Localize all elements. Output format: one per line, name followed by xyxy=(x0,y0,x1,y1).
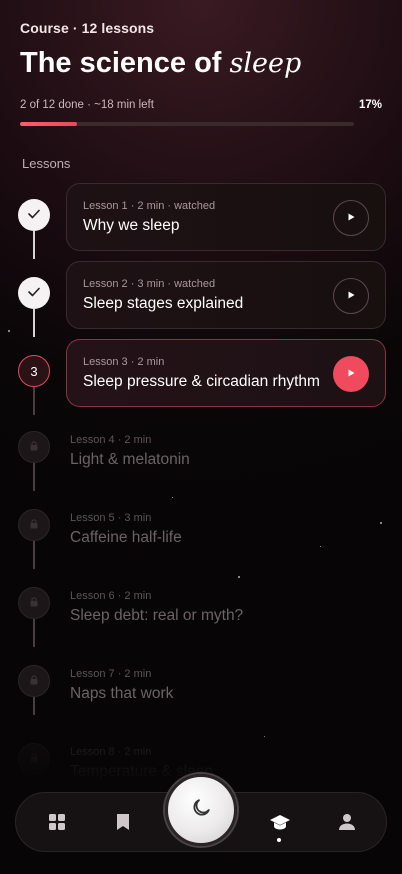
timeline-connector xyxy=(33,231,35,259)
lesson-number: 3 xyxy=(30,363,38,379)
lesson-meta: Lesson 2 · 3 min · watched xyxy=(83,278,216,290)
lesson-title: Light & melatonin xyxy=(70,451,190,468)
timeline-connector xyxy=(33,387,35,415)
grid-icon[interactable] xyxy=(46,811,68,833)
active-tab-indicator xyxy=(277,838,281,842)
sleep-mode-button[interactable] xyxy=(165,774,237,846)
lesson-title: Sleep debt: real or myth? xyxy=(70,607,244,624)
timeline-connector xyxy=(33,309,35,337)
lesson-row-locked: Lesson 6 · 2 min Sleep debt: real or myth… xyxy=(0,582,402,624)
lesson-meta: Lesson 7 · 2 min xyxy=(70,668,152,680)
play-icon xyxy=(346,365,356,383)
lesson-title: Caffeine half-life xyxy=(70,529,182,546)
lesson-title: Naps that work xyxy=(70,685,174,702)
lesson-card-2[interactable]: Lesson 2 · 3 min · watched Sleep stages e… xyxy=(66,261,386,329)
lesson-node-2 xyxy=(18,277,50,309)
course-header: Course · 12 lessons The science of sleep xyxy=(20,20,382,81)
lesson-card-1[interactable]: Lesson 1 · 2 min · watched Why we sleep xyxy=(66,183,386,251)
lesson-meta: Lesson 3 · 2 min xyxy=(83,356,165,368)
timeline-connector xyxy=(33,619,35,647)
timeline-connector xyxy=(33,541,35,569)
lesson-meta: Lesson 1 · 2 min · watched xyxy=(83,200,216,212)
lesson-card-3[interactable]: Lesson 3 · 2 min Sleep pressure & circadi… xyxy=(66,339,386,407)
lesson-node-3: 3 xyxy=(18,355,50,387)
check-icon xyxy=(28,206,40,224)
progress-bar-fill xyxy=(20,122,77,126)
moon-icon xyxy=(191,798,211,823)
play-button[interactable] xyxy=(333,278,369,314)
bookmark-icon[interactable] xyxy=(112,811,134,833)
title-italic: sleep xyxy=(229,48,302,79)
lesson-meta: Lesson 6 · 2 min xyxy=(70,590,152,602)
lesson-title: Sleep stages explained xyxy=(83,295,244,312)
timeline-connector xyxy=(33,463,35,491)
lesson-row-locked: Lesson 5 · 3 min Caffeine half-life xyxy=(0,504,402,546)
play-icon xyxy=(346,287,356,305)
lesson-row-locked: Lesson 4 · 2 min Light & melatonin xyxy=(0,426,402,468)
title-plain: The science of xyxy=(20,47,222,79)
play-icon xyxy=(346,209,356,227)
graduation-cap-icon[interactable] xyxy=(269,811,291,833)
progress-summary: 2 of 12 done · ~18 min left 17% xyxy=(20,99,382,111)
section-label: Lessons xyxy=(22,156,71,171)
course-kicker: Course · 12 lessons xyxy=(20,20,155,36)
lesson-meta: Lesson 5 · 3 min xyxy=(70,512,152,524)
lesson-meta: Lesson 4 · 2 min xyxy=(70,434,152,446)
play-button[interactable] xyxy=(333,200,369,236)
progress-bar xyxy=(20,122,354,126)
progress-percent: 17% xyxy=(358,99,382,111)
user-icon[interactable] xyxy=(336,811,358,833)
lesson-row-locked: Lesson 7 · 2 min Naps that work xyxy=(0,660,402,702)
progress-label: 2 of 12 done · ~18 min left xyxy=(20,99,154,111)
lesson-node-1 xyxy=(18,199,50,231)
check-icon xyxy=(28,284,40,302)
play-button[interactable] xyxy=(333,356,369,392)
page-title: The science of sleep xyxy=(20,46,382,81)
lesson-title: Why we sleep xyxy=(83,217,180,234)
lesson-title: Sleep pressure & circadian rhythm xyxy=(83,373,320,390)
